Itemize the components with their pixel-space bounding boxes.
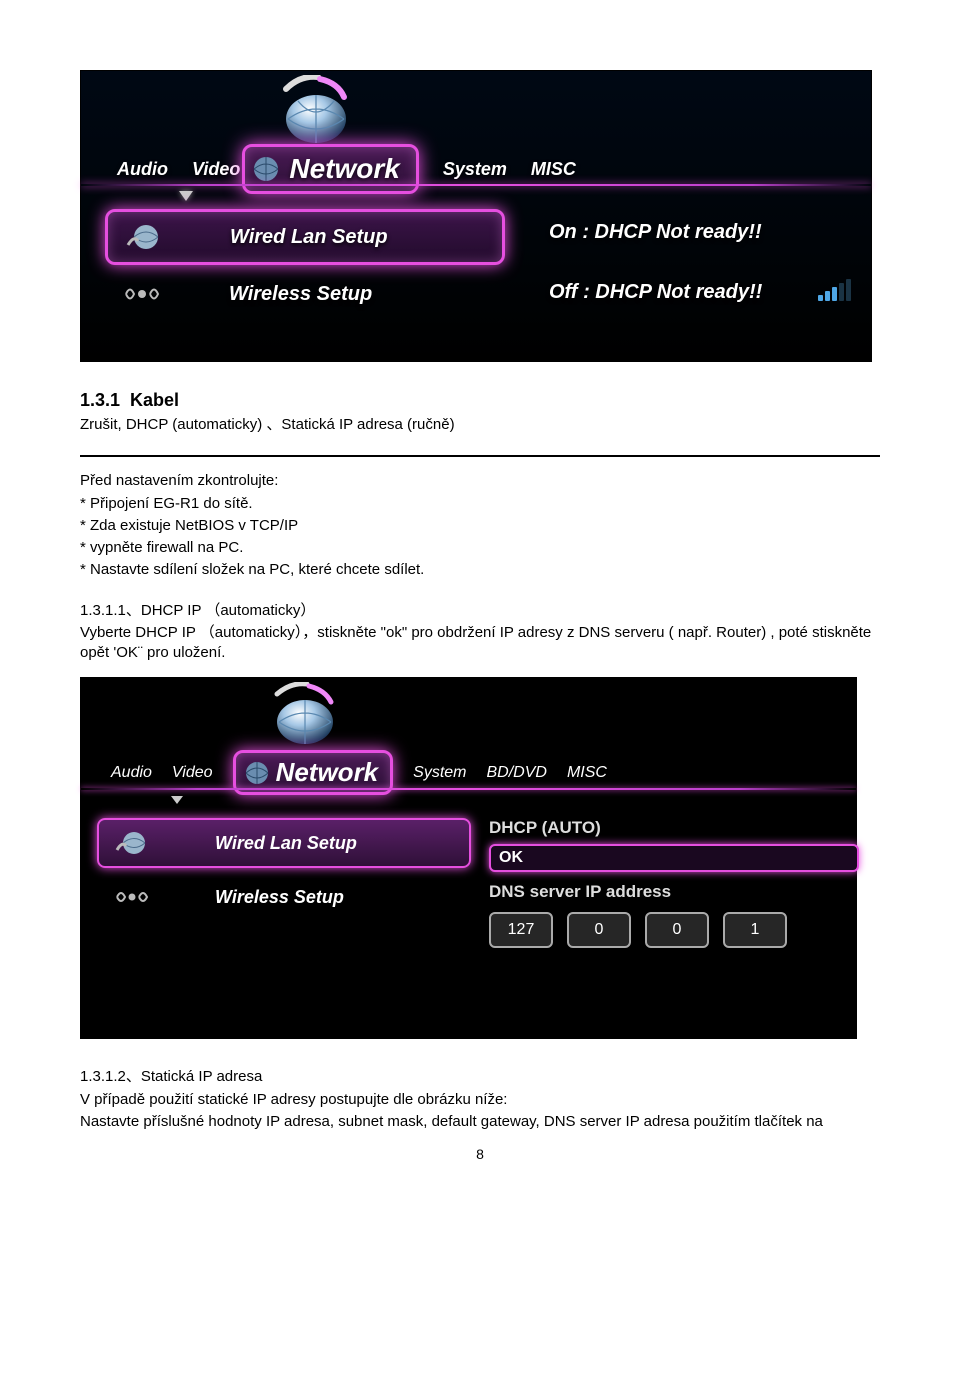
wireless-icon	[119, 275, 165, 313]
ip-octet-4[interactable]: 1	[723, 912, 787, 948]
sidebar-item-wireless-2[interactable]: Wireless Setup	[97, 874, 471, 920]
tab-network-label: Network	[289, 153, 399, 184]
dhcp-auto-label: DHCP (AUTO)	[489, 818, 859, 838]
wired-lan-label: Wired Lan Setup	[230, 226, 388, 249]
ip-octet-3[interactable]: 0	[645, 912, 709, 948]
sidebar-item-wireless[interactable]: Wireless Setup	[105, 269, 503, 319]
wireless-label: Wireless Setup	[229, 283, 372, 306]
tab2-misc[interactable]: MISC	[567, 764, 607, 782]
tab-network[interactable]: Network	[242, 144, 418, 194]
status-off: Off : DHCP Not ready!!	[549, 281, 762, 304]
globe-icon	[269, 682, 341, 753]
check-item-1: * Připojení EG-R1 do sítě.	[80, 494, 880, 514]
ip-address-fields: 127 0 0 1	[489, 912, 859, 948]
sidebar-item-wired-lan-2[interactable]: Wired Lan Setup	[97, 818, 471, 868]
status-on: On : DHCP Not ready!!	[549, 221, 762, 244]
tab2-video[interactable]: Video	[172, 764, 213, 782]
wireless-icon	[109, 878, 155, 916]
tab-audio[interactable]: Audio	[117, 159, 168, 180]
sidebar-item-wired-lan[interactable]: Wired Lan Setup	[105, 209, 505, 265]
dns-server-label: DNS server IP address	[489, 882, 859, 902]
settings-menu-screenshot-2: Audio Video Network System BD/DVD MISC	[80, 677, 857, 1039]
dhcp-settings-panel: DHCP (AUTO) OK DNS server IP address 127…	[489, 818, 859, 948]
globe-icon	[276, 75, 356, 150]
page-number: 8	[80, 1146, 880, 1162]
check-item-4: * Nastavte sdílení složek na PC, které c…	[80, 560, 880, 580]
chevron-down-icon	[179, 191, 193, 201]
section-1-3-1-title: 1.3.1Kabel	[80, 390, 880, 411]
tab-system[interactable]: System	[443, 159, 507, 180]
chevron-down-icon	[171, 796, 183, 804]
subsection-1-3-1-1-heading: 1.3.1.1、DHCP IP （automaticky）	[80, 601, 880, 621]
subsection-1-3-1-2-heading: 1.3.1.2、Statická IP adresa	[80, 1067, 880, 1087]
signal-strength-icon	[818, 279, 851, 301]
wired-globe-icon	[120, 218, 166, 256]
tab-misc[interactable]: MISC	[531, 159, 576, 180]
network-tab-globe-icon	[249, 152, 283, 186]
wireless-label-2: Wireless Setup	[215, 887, 344, 908]
tab2-system[interactable]: System	[413, 764, 466, 782]
tab2-network-label: Network	[276, 757, 379, 787]
tab-underline-2	[81, 788, 856, 790]
check-item-2: * Zda existuje NetBIOS v TCP/IP	[80, 516, 880, 536]
ip-octet-1[interactable]: 127	[489, 912, 553, 948]
check-item-3: * vypněte firewall na PC.	[80, 538, 880, 558]
network-tab-globe-icon	[240, 756, 274, 790]
subsection-1-3-1-1-body: Vyberte DHCP IP （automaticky），stiskněte …	[80, 623, 880, 664]
subsection-1-3-1-2-line2: Nastavte příslušné hodnoty IP adresa, su…	[80, 1112, 880, 1132]
tab-underline	[81, 184, 871, 186]
ok-button[interactable]: OK	[489, 844, 859, 872]
wired-globe-icon	[109, 824, 155, 862]
settings-menu-screenshot-1: Audio Video Network System MISC	[80, 70, 872, 362]
ip-octet-2[interactable]: 0	[567, 912, 631, 948]
before-setup-heading: Před nastavením zkontrolujte:	[80, 471, 880, 491]
section-1-3-1-body: Zrušit, DHCP (automaticky) 、Statická IP …	[80, 415, 880, 435]
tab-video[interactable]: Video	[192, 159, 240, 180]
tab2-bddvd[interactable]: BD/DVD	[486, 764, 546, 782]
separator-line	[80, 455, 880, 457]
tab2-audio[interactable]: Audio	[111, 764, 152, 782]
subsection-1-3-1-2-line1: V případě použití statické IP adresy pos…	[80, 1090, 880, 1110]
wired-lan-label-2: Wired Lan Setup	[215, 833, 357, 854]
